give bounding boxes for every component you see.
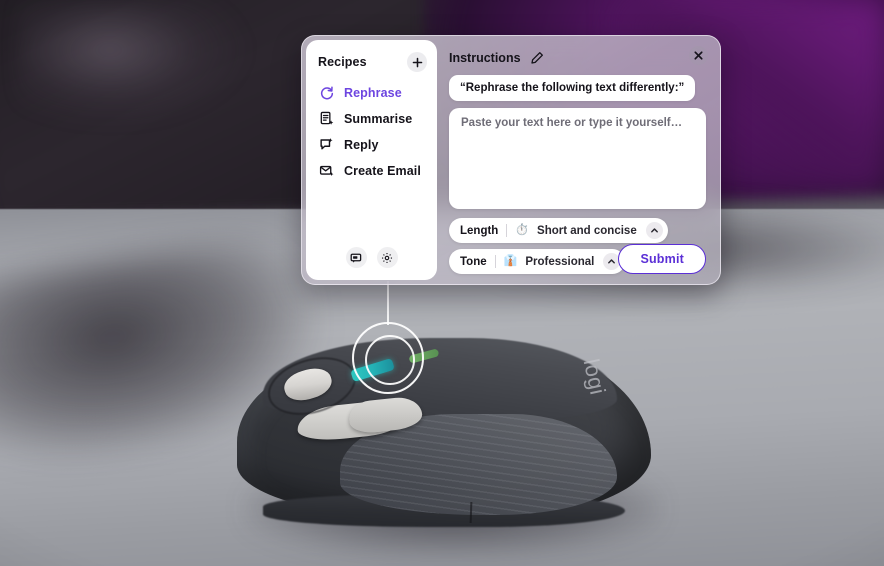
length-selector-value: Short and concise xyxy=(537,224,637,237)
recipes-sidebar: Recipes Rephrase Summarise Reply Create … xyxy=(306,40,437,280)
tone-selector-label: Tone xyxy=(460,255,487,268)
length-selector-label: Length xyxy=(460,224,499,237)
sidebar-item-label: Rephrase xyxy=(344,85,402,100)
feedback-icon xyxy=(350,253,362,263)
recipes-list: Rephrase Summarise Reply Create Email xyxy=(306,84,437,179)
settings-gear-icon xyxy=(381,252,393,263)
sidebar-footer xyxy=(306,247,437,280)
submit-row: Submit xyxy=(618,244,706,274)
selector-divider xyxy=(506,224,508,237)
submit-button[interactable]: Submit xyxy=(618,244,706,274)
selector-divider xyxy=(494,255,496,268)
sidebar-item-label: Create Email xyxy=(344,163,421,178)
sidebar-item-summarise[interactable]: Summarise xyxy=(318,110,429,127)
recipes-header: Recipes xyxy=(306,40,437,76)
sidebar-item-create-email[interactable]: Create Email xyxy=(318,162,429,179)
instructions-title: Instructions xyxy=(449,51,521,65)
plus-icon xyxy=(412,57,422,67)
refresh-sparkle-icon xyxy=(318,84,335,101)
speech-bubble-sparkle-icon xyxy=(318,136,335,153)
add-recipe-button[interactable] xyxy=(407,52,427,72)
tone-selector-value: Professional xyxy=(525,255,595,268)
length-selector[interactable]: Length ⏱️ Short and concise xyxy=(449,218,668,243)
document-sparkle-icon xyxy=(318,110,335,127)
feedback-button[interactable] xyxy=(345,247,367,268)
necktie-icon: 👔 xyxy=(503,255,518,267)
recipes-title: Recipes xyxy=(318,55,367,69)
envelope-sparkle-icon xyxy=(318,162,335,179)
user-text-input[interactable]: Paste your text here or type it yourself… xyxy=(449,107,706,209)
ai-prompt-builder-panel: Recipes Rephrase Summarise Reply Create … xyxy=(301,35,721,285)
sidebar-item-label: Summarise xyxy=(344,111,413,126)
sidebar-item-label: Reply xyxy=(344,137,379,152)
edit-instructions-button[interactable] xyxy=(528,49,546,67)
sidebar-item-reply[interactable]: Reply xyxy=(318,136,429,153)
instructions-header: Instructions xyxy=(449,46,706,75)
pencil-edit-icon xyxy=(530,52,543,64)
settings-button[interactable] xyxy=(376,247,398,268)
sidebar-item-rephrase[interactable]: Rephrase xyxy=(318,84,429,101)
chevron-up-icon[interactable] xyxy=(645,222,663,239)
close-x-icon xyxy=(694,51,703,60)
screenshot-root: logi Recipes xyxy=(0,0,884,566)
close-panel-button[interactable] xyxy=(689,46,708,65)
prompt-instruction-field[interactable]: “Rephrase the following text differently… xyxy=(449,75,696,101)
instructions-pane: Instructions “Rephrase the following tex… xyxy=(437,36,720,284)
tone-selector[interactable]: Tone 👔 Professional xyxy=(449,249,626,274)
stopwatch-icon: ⏱️ xyxy=(515,224,530,236)
